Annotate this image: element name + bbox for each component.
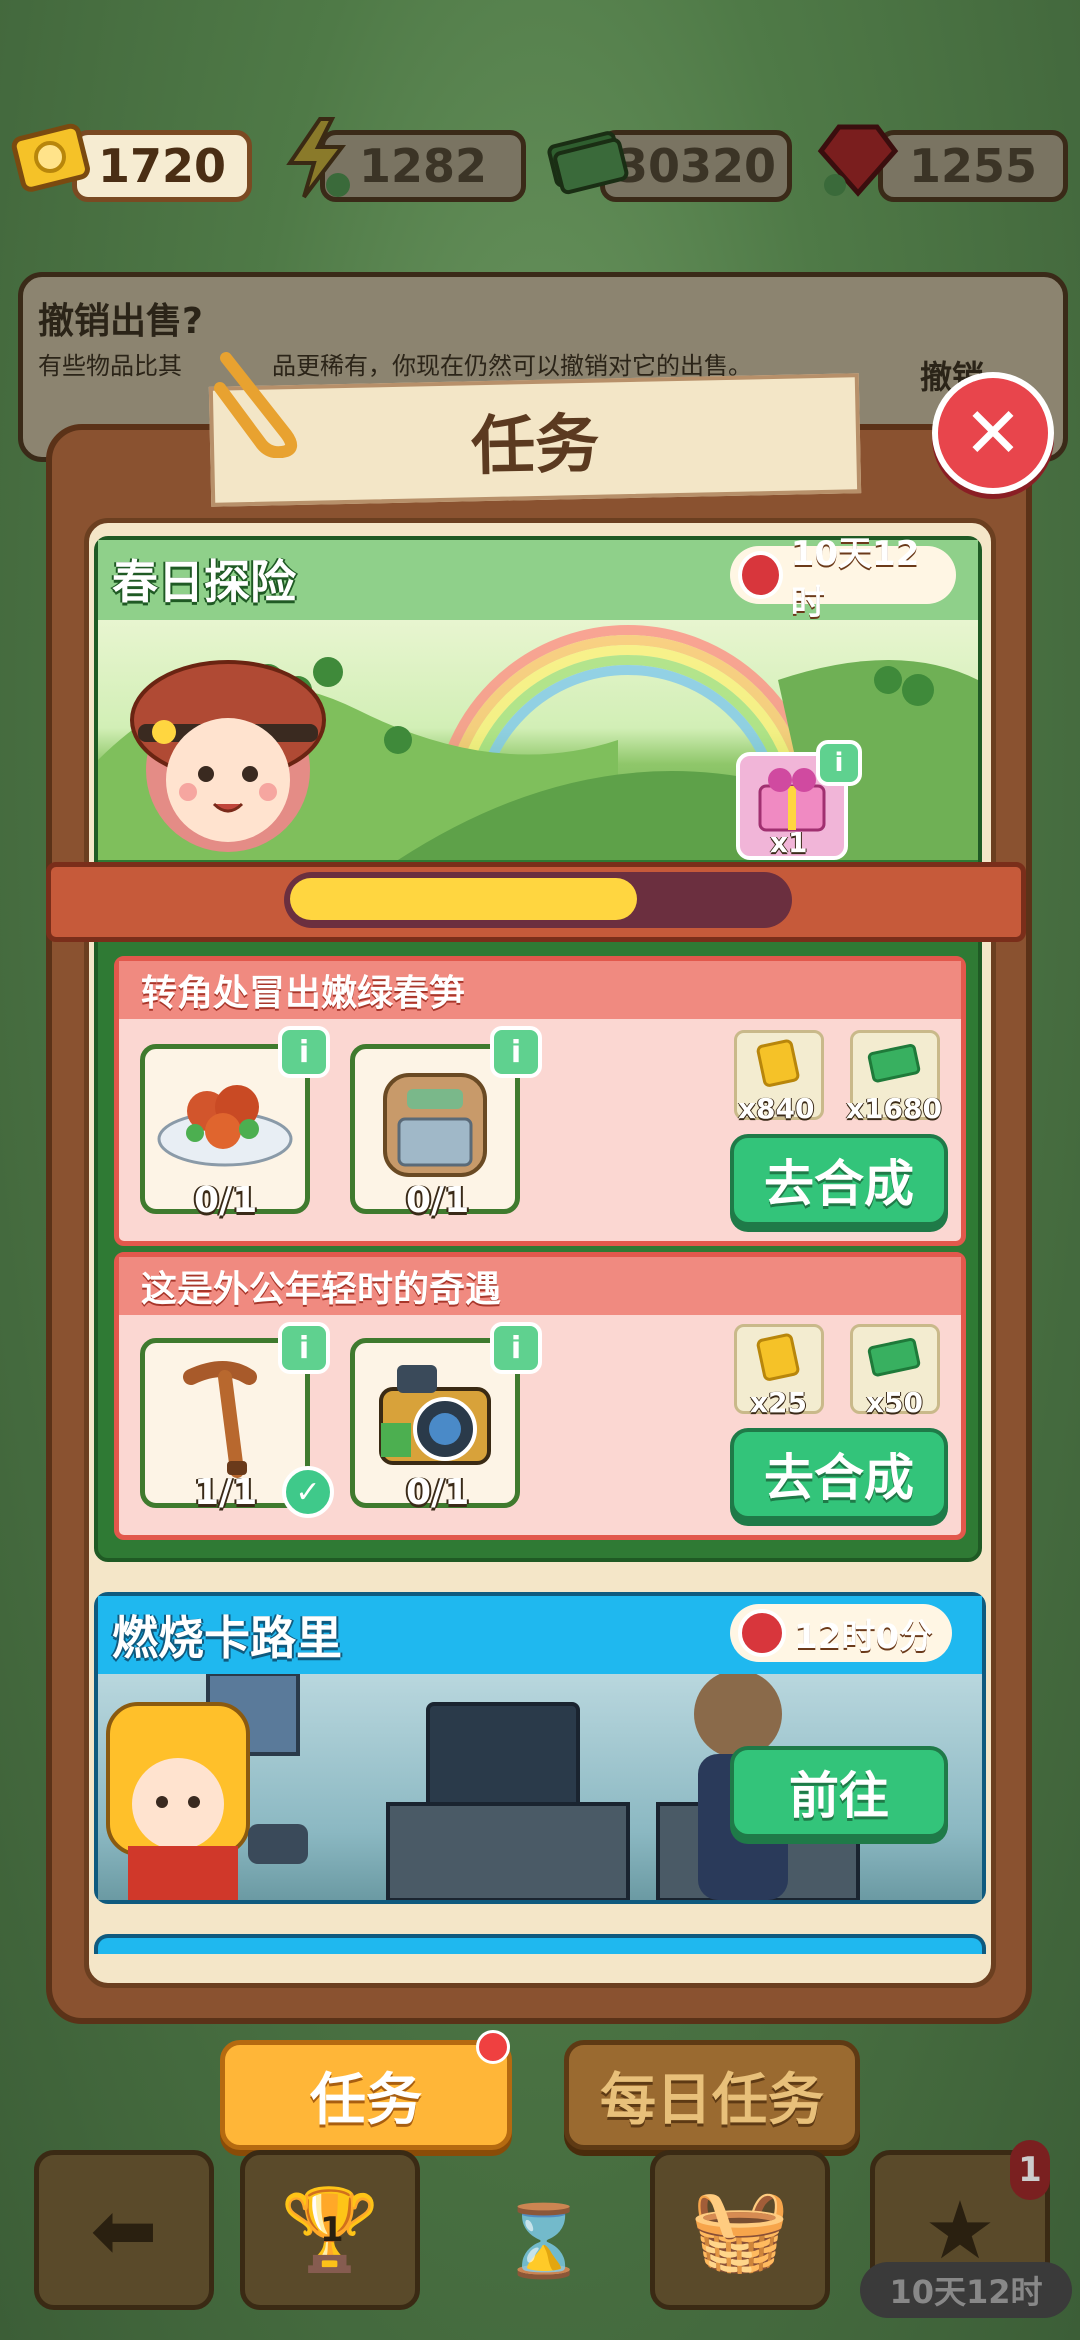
- ticket-icon: [756, 1039, 800, 1087]
- ticket-icon: [756, 1333, 800, 1381]
- arrow-left-icon: ⬅: [90, 2183, 158, 2277]
- task-2-title: 这是外公年轻时的奇遇: [119, 1257, 961, 1315]
- task-1-item-backpack-count: 0/1: [406, 1180, 470, 1221]
- quest-card-next-peek: [94, 1934, 986, 1954]
- ticket-icon: [8, 108, 100, 208]
- tab-quests[interactable]: 任务: [220, 2040, 512, 2150]
- cash-icon: [867, 1043, 921, 1083]
- cash-icon: [540, 108, 632, 208]
- nav-basket-button[interactable]: 🧺: [650, 2150, 830, 2310]
- close-button[interactable]: ✕: [932, 372, 1054, 494]
- task-2-item-camera-count: 0/1: [406, 1472, 470, 1513]
- task-1-reward-cash-count: x1680: [846, 1092, 942, 1125]
- task-2-go-merge-button[interactable]: 去合成: [730, 1428, 948, 1520]
- task-2-reward-cash-count: x50: [866, 1386, 924, 1419]
- quest-calories-timer-text: 12时0分: [794, 1616, 933, 1657]
- hourglass-icon: ⌛: [500, 2200, 588, 2282]
- task-2-item-cane-count: 1/1: [194, 1472, 258, 1513]
- basket-icon: 🧺: [690, 2183, 790, 2276]
- task-2-reward-ticket-count: x25: [750, 1386, 808, 1419]
- event-timer: 10天12时: [860, 2262, 1072, 2318]
- trophy-badge: 1: [320, 2210, 344, 2250]
- quest-spring-title: 春日探险: [112, 555, 296, 609]
- clock-icon: [738, 551, 783, 599]
- star-badge: 1: [1010, 2140, 1050, 2200]
- quest-calories-timer: 12时0分: [730, 1604, 952, 1662]
- tab-daily-quests[interactable]: 每日任务: [564, 2040, 860, 2150]
- quest-calories-title: 燃烧卡路里: [112, 1611, 342, 1665]
- cash-icon: [867, 1337, 921, 1377]
- gem-icon: [812, 108, 904, 208]
- quest-spring-reward-count: x1: [770, 826, 808, 859]
- task-1-title: 转角处冒出嫩绿春笋: [119, 961, 961, 1019]
- info-icon[interactable]: i: [278, 1026, 330, 1078]
- info-icon[interactable]: i: [278, 1322, 330, 1374]
- quest-spring-timer-text: 10天12时: [790, 534, 920, 623]
- task-1-reward-ticket-count: x840: [738, 1092, 815, 1125]
- info-icon[interactable]: i: [490, 1322, 542, 1374]
- quest-progress-fill: [290, 878, 637, 920]
- background-popup-text: 有些物品比其 品更稀有，你现在仍然可以撤销对它的出售。: [38, 352, 752, 380]
- background-popup-title: 撤销出售?: [38, 301, 203, 342]
- notification-dot: [476, 2030, 510, 2064]
- gem-counter[interactable]: 1255: [878, 130, 1068, 202]
- task-1-item-food-count: 0/1: [194, 1180, 258, 1221]
- info-icon[interactable]: i: [816, 740, 862, 786]
- clock-icon: [738, 1609, 786, 1657]
- task-1-go-merge-button[interactable]: 去合成: [730, 1134, 948, 1226]
- paperclip-icon: [206, 338, 316, 459]
- info-icon[interactable]: i: [490, 1026, 542, 1078]
- quest-calories-go-button[interactable]: 前往: [730, 1746, 948, 1838]
- quest-spring-timer: 10天12时: [730, 534, 956, 623]
- energy-icon: [270, 108, 362, 208]
- nav-back-button[interactable]: ⬅: [34, 2150, 214, 2310]
- close-icon: ✕: [963, 392, 1023, 474]
- check-icon: ✓: [282, 1466, 334, 1518]
